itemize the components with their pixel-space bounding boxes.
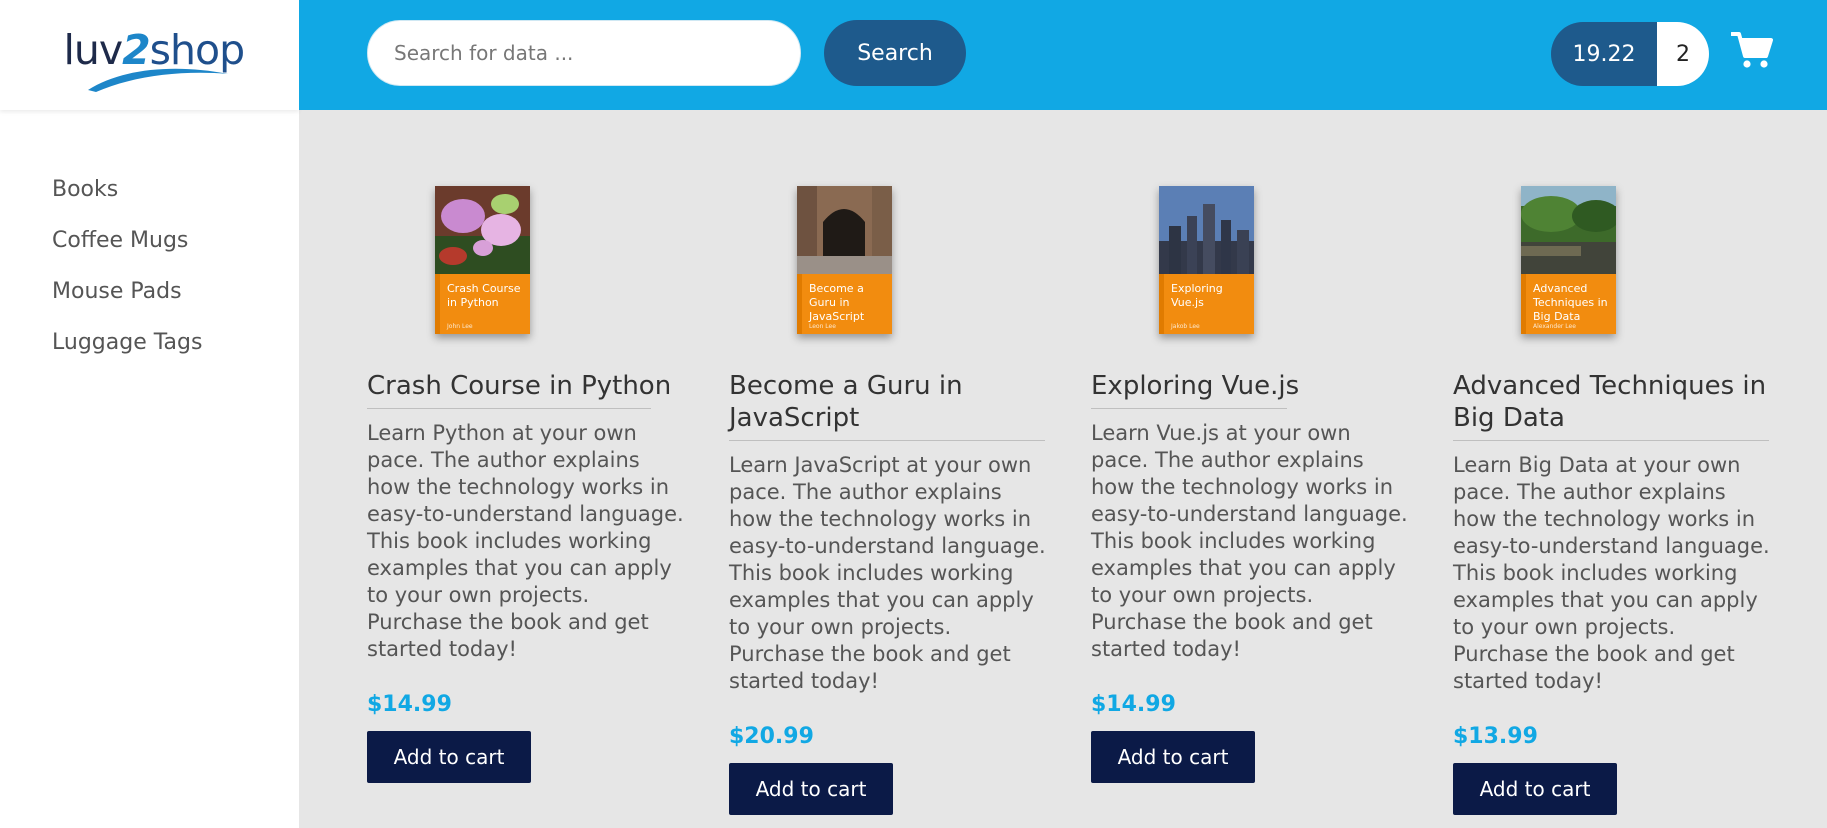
logo[interactable]: luv2shop bbox=[0, 0, 299, 110]
product-name[interactable]: Crash Course in Python bbox=[367, 370, 685, 402]
cover-photo bbox=[1521, 186, 1616, 274]
cover-author: Jakob Lee bbox=[1171, 323, 1200, 330]
product-description: Learn Python at your own pace. The autho… bbox=[367, 421, 684, 661]
cover-photo bbox=[1159, 186, 1254, 274]
add-to-cart-button[interactable]: Add to cart bbox=[1091, 731, 1255, 783]
category-item-coffee-mugs[interactable]: Coffee Mugs bbox=[52, 226, 202, 277]
add-to-cart-button[interactable]: Add to cart bbox=[367, 731, 531, 783]
cover-author: Leon Lee bbox=[809, 323, 836, 330]
cover-title: Exploring Vue.js bbox=[1171, 282, 1223, 309]
add-to-cart-button[interactable]: Add to cart bbox=[1453, 763, 1617, 815]
cart-total: 19.22 bbox=[1551, 22, 1657, 86]
product-description: Learn Big Data at your own pace. The aut… bbox=[1453, 453, 1770, 693]
category-item-mouse-pads[interactable]: Mouse Pads bbox=[52, 277, 202, 328]
product-price: $14.99 bbox=[367, 692, 452, 717]
cover-author: John Lee bbox=[447, 323, 473, 330]
cover-title: Crash Course in Python bbox=[447, 282, 521, 309]
cover-photo bbox=[797, 186, 892, 274]
shopping-cart-icon[interactable] bbox=[1731, 30, 1773, 70]
product-name[interactable]: Advanced Techniques in Big Data bbox=[1453, 370, 1771, 434]
cart-status[interactable]: 19.22 2 bbox=[1551, 22, 1709, 86]
cover-photo bbox=[435, 186, 530, 274]
product-image[interactable]: Advanced Techniques in Big Data Alexande… bbox=[1521, 186, 1616, 334]
product-image[interactable]: Become a Guru in JavaScript Leon Lee bbox=[797, 186, 892, 334]
search-input[interactable] bbox=[367, 20, 801, 86]
product-description: Learn Vue.js at your own pace. The autho… bbox=[1091, 421, 1408, 661]
cover-author: Alexander Lee bbox=[1533, 323, 1576, 330]
category-item-books[interactable]: Books bbox=[52, 175, 202, 226]
cover-title: Advanced Techniques in Big Data bbox=[1533, 282, 1608, 323]
sidebar: luv2shop Books Coffee Mugs Mouse Pads Lu… bbox=[0, 0, 299, 828]
product-name[interactable]: Become a Guru in JavaScript bbox=[729, 370, 1047, 434]
product-image[interactable]: Crash Course in Python John Lee bbox=[435, 186, 530, 334]
product-price: $14.99 bbox=[1091, 692, 1176, 717]
product-name[interactable]: Exploring Vue.js bbox=[1091, 370, 1409, 402]
title-divider bbox=[367, 408, 651, 409]
product-price: $13.99 bbox=[1453, 724, 1538, 749]
search-button[interactable]: Search bbox=[824, 20, 966, 86]
title-divider bbox=[729, 440, 1045, 441]
logo-swoosh-icon bbox=[87, 68, 228, 92]
header-bar: Search 19.22 2 bbox=[299, 0, 1827, 110]
add-to-cart-button[interactable]: Add to cart bbox=[729, 763, 893, 815]
category-item-luggage-tags[interactable]: Luggage Tags bbox=[52, 328, 202, 379]
cart-quantity: 2 bbox=[1657, 22, 1709, 86]
cover-title: Become a Guru in JavaScript bbox=[809, 282, 865, 323]
category-menu: Books Coffee Mugs Mouse Pads Luggage Tag… bbox=[52, 175, 202, 379]
title-divider bbox=[1091, 408, 1287, 409]
title-divider bbox=[1453, 440, 1769, 441]
product-image[interactable]: Exploring Vue.js Jakob Lee bbox=[1159, 186, 1254, 334]
product-description: Learn JavaScript at your own pace. The a… bbox=[729, 453, 1046, 693]
product-price: $20.99 bbox=[729, 724, 814, 749]
